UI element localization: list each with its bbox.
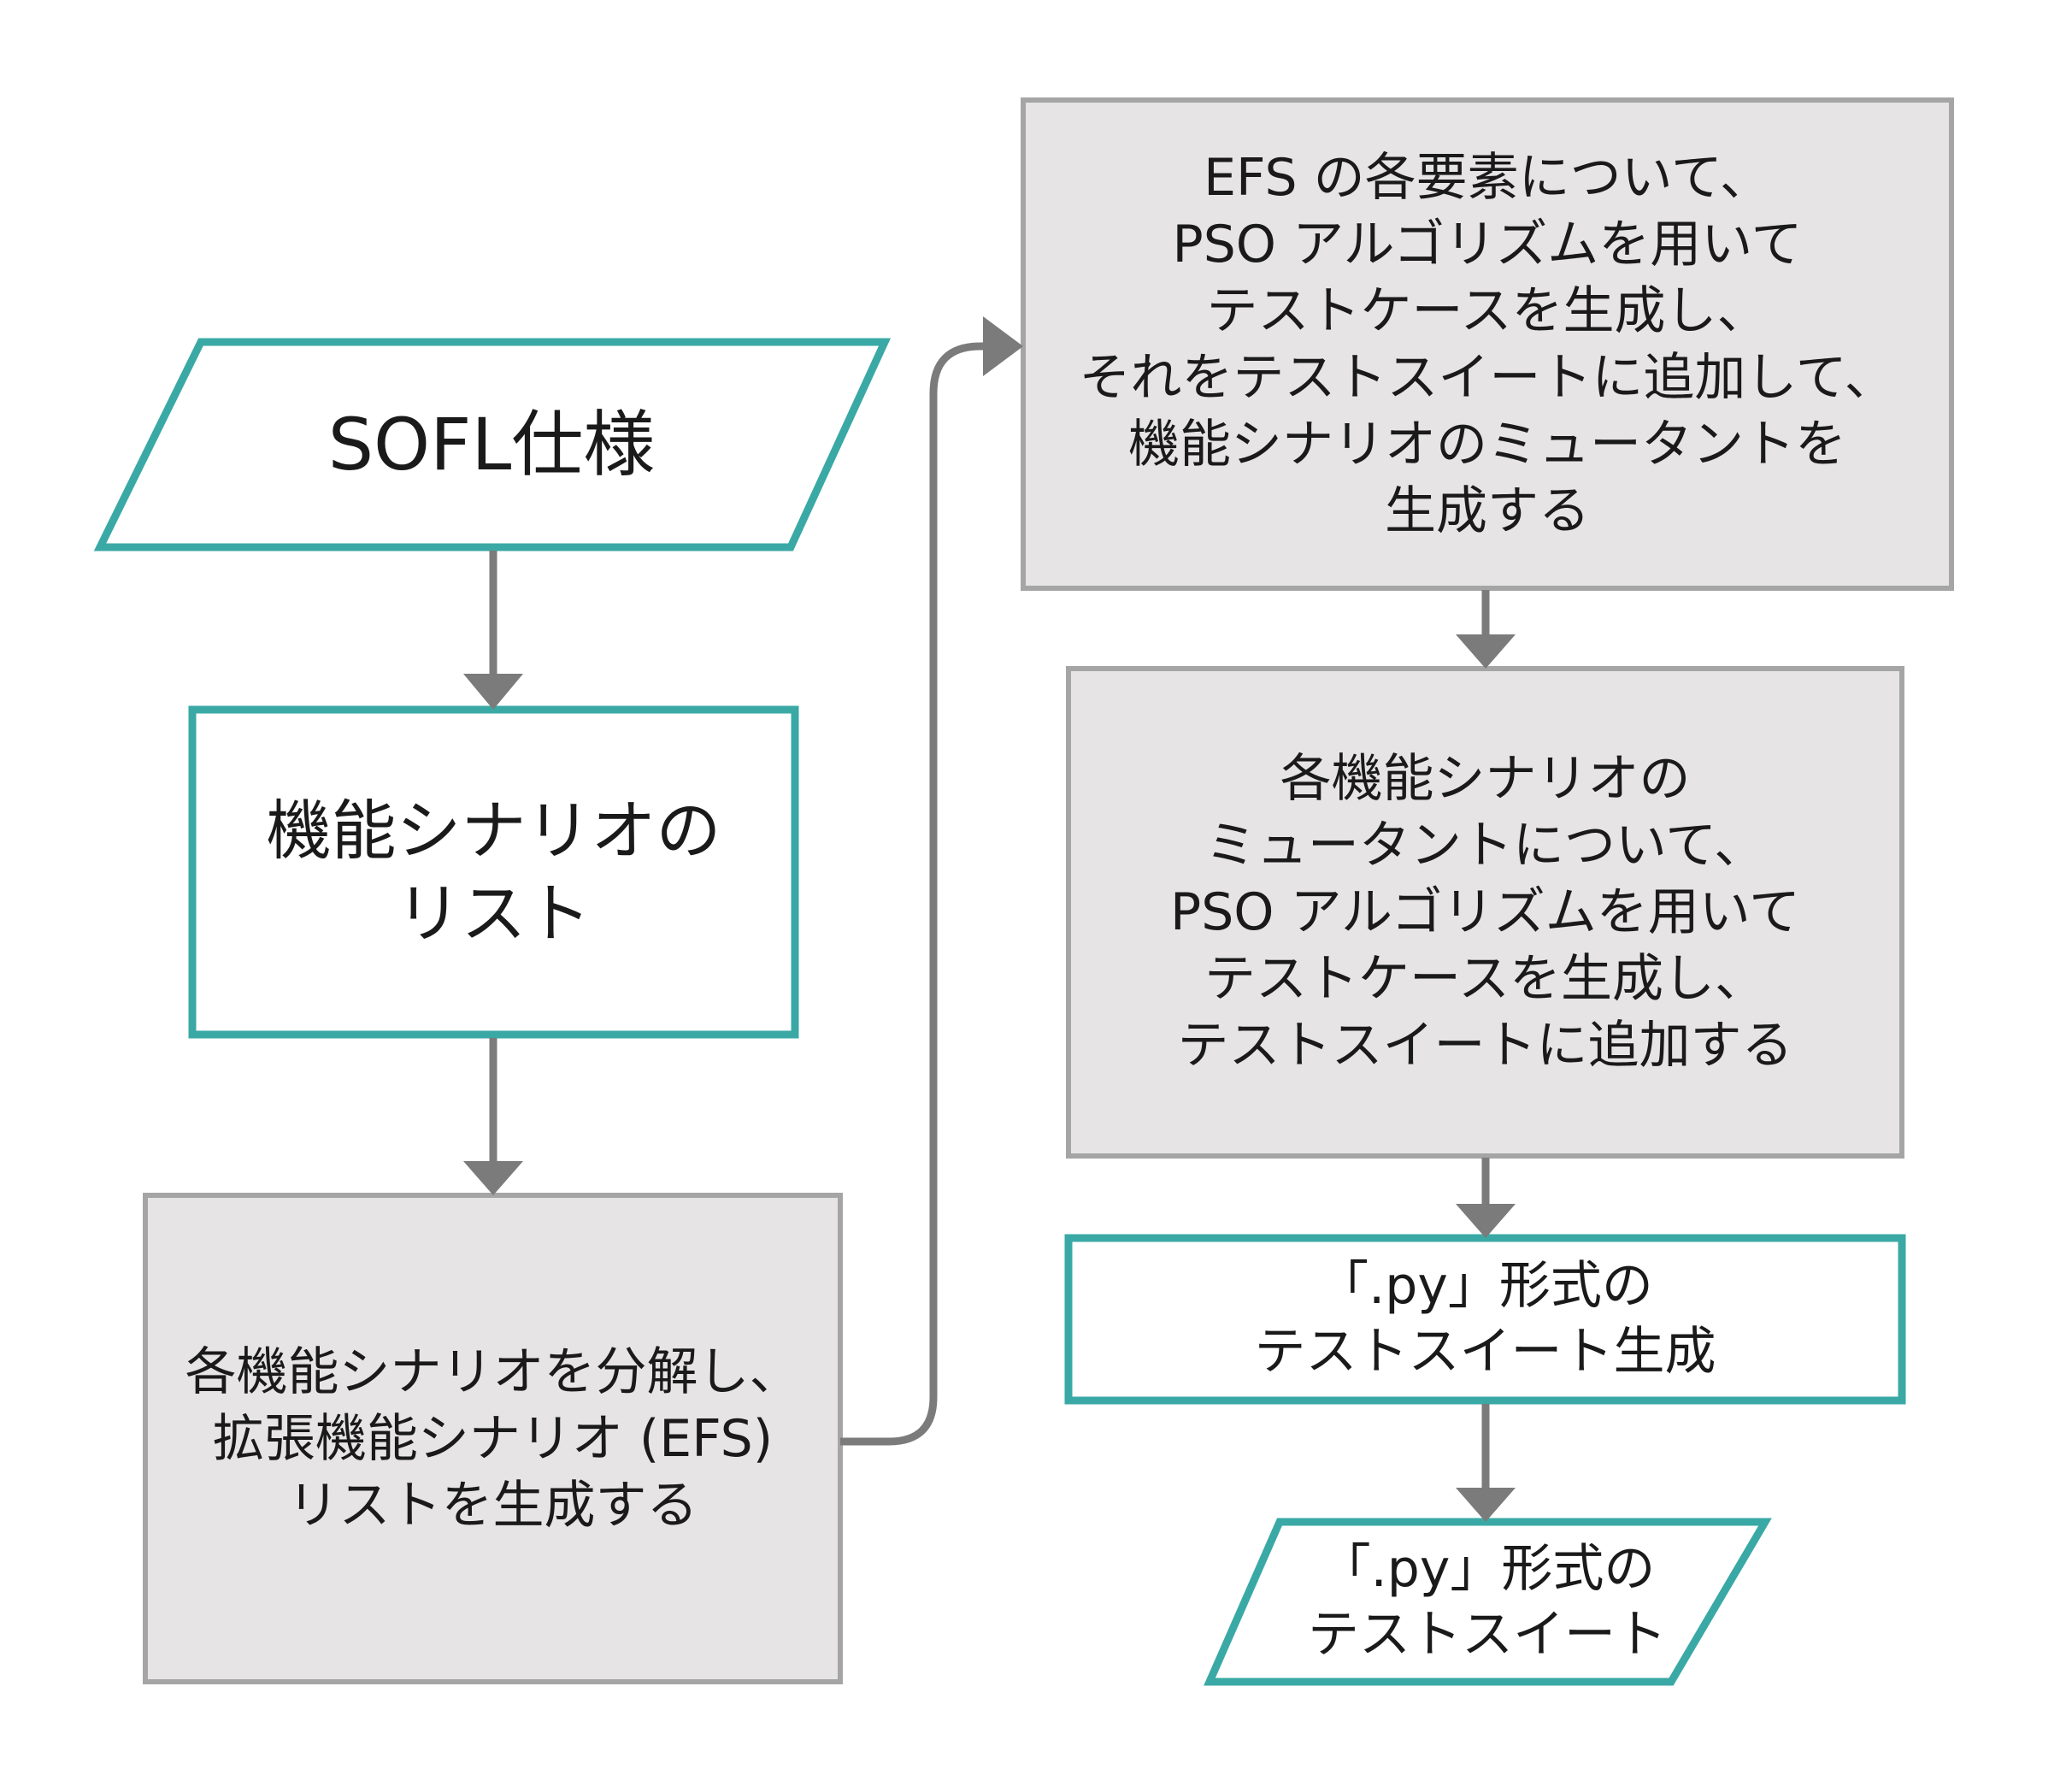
sofl-spec-label: SOFL仕様: [137, 342, 846, 547]
arrowhead-2: [463, 1161, 523, 1195]
py-generate-line-1: 「.py」形式の: [1317, 1256, 1653, 1317]
efs-pso-line-6: 生成する: [1385, 481, 1590, 541]
efs-pso-line-3: テストケースを生成し、: [1206, 280, 1769, 341]
py-output-label: 「.py」形式の テストスイート: [1231, 1522, 1744, 1682]
mutant-pso-line-1: 各機能シナリオの: [1280, 749, 1691, 809]
efs-pso-line-5: 機能シナリオのミュータントを: [1128, 414, 1846, 475]
decompose-line-1: 各機能シナリオを分解し、: [185, 1341, 801, 1402]
scenario-list-line-1: 機能シナリオの: [266, 792, 721, 869]
arrow-decompose-to-efs: [840, 342, 992, 1446]
arrowhead-3: [983, 316, 1023, 376]
arrowhead-5: [1456, 1204, 1516, 1238]
efs-pso-line-4: それをテストスイートに追加して、: [1079, 347, 1896, 408]
decompose-line-2: 拡張機能シナリオ (EFS): [212, 1408, 774, 1469]
mutant-pso-line-3: PSO アルゴリズムを用いて: [1170, 882, 1800, 942]
mutant-pso-line-2: ミュータントについて、: [1204, 816, 1766, 876]
scenario-list-line-2: リスト: [396, 876, 592, 952]
decompose-label: 各機能シナリオを分解し、 拡張機能シナリオ (EFS) リストを生成する: [145, 1195, 840, 1682]
mutant-pso-line-4: テストケースを生成し、: [1204, 949, 1766, 1009]
sofl-spec-line: SOFL仕様: [327, 402, 656, 486]
arrowhead-1: [463, 674, 523, 710]
decompose-line-3: リストを生成する: [287, 1475, 698, 1536]
scenario-list-label: 機能シナリオの リスト: [192, 710, 795, 1035]
py-output-line-1: 「.py」形式の: [1319, 1538, 1656, 1599]
py-generate-line-2: テストスイート生成: [1254, 1322, 1716, 1382]
efs-pso-line-1: EFS の各要素について、: [1204, 147, 1771, 208]
mutant-pso-label: 各機能シナリオの ミュータントについて、 PSO アルゴリズムを用いて テストケ…: [1068, 669, 1902, 1156]
efs-pso-line-2: PSO アルゴリズムを用いて: [1172, 214, 1803, 274]
efs-pso-label: EFS の各要素について、 PSO アルゴリズムを用いて テストケースを生成し、…: [1023, 100, 1951, 588]
arrowhead-4: [1456, 634, 1516, 669]
arrowhead-6: [1456, 1488, 1516, 1522]
py-output-line-2: テストスイート: [1308, 1604, 1667, 1665]
py-generate-label: 「.py」形式の テストスイート生成: [1068, 1238, 1902, 1400]
mutant-pso-line-5: テストスイートに追加する: [1177, 1016, 1793, 1076]
